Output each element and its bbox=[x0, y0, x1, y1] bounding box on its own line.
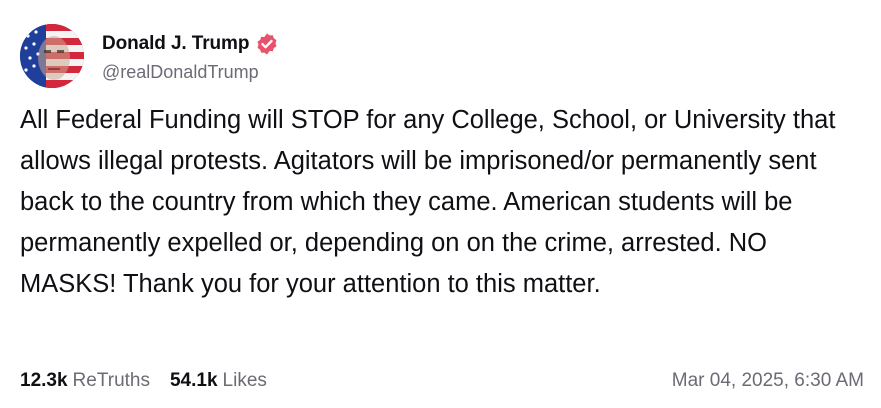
author-handle[interactable]: @realDonaldTrump bbox=[102, 62, 279, 83]
name-row: Donald J. Trump bbox=[102, 30, 279, 58]
post-stats: 12.3k ReTruths 54.1k Likes bbox=[20, 370, 287, 392]
likes-count: 54.1k bbox=[169, 370, 218, 391]
post-timestamp[interactable]: Mar 04, 2025, 6:30 AM bbox=[672, 370, 864, 392]
retruths-stat[interactable]: 12.3k ReTruths bbox=[20, 370, 150, 392]
author-names: Donald J. Trump @realDonaldTrump bbox=[102, 30, 279, 83]
retruths-count: 12.3k bbox=[20, 370, 68, 391]
author-display-name[interactable]: Donald J. Trump bbox=[102, 33, 249, 55]
post-header: Donald J. Trump @realDonaldTrump bbox=[20, 24, 279, 88]
likes-label: Likes bbox=[222, 370, 267, 391]
likes-stat[interactable]: 54.1k Likes bbox=[170, 370, 267, 392]
post-text: All Federal Funding will STOP for any Co… bbox=[20, 106, 836, 298]
truth-post: Donald J. Trump @realDonaldTrump All Fed… bbox=[0, 0, 881, 408]
verified-badge-icon bbox=[255, 32, 279, 56]
post-content: All Federal Funding will STOP for any Co… bbox=[20, 100, 860, 305]
avatar-image bbox=[20, 24, 84, 88]
avatar[interactable] bbox=[20, 24, 84, 88]
retruths-label: ReTruths bbox=[72, 370, 150, 391]
post-footer: 12.3k ReTruths 54.1k Likes Mar 04, 2025,… bbox=[20, 366, 864, 396]
